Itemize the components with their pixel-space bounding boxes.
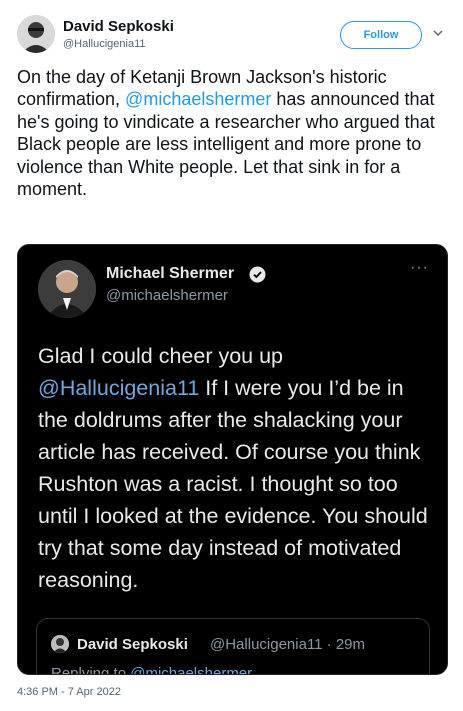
author-name[interactable]: David Sepkoski [63, 18, 174, 35]
embedded-tweet-text: Glad I could cheer you up @Hallucigenia1… [38, 340, 438, 596]
replying-to: Replying to @michaelshermer [51, 665, 253, 675]
more-options-icon: ··· [410, 259, 429, 276]
tweet-header: David Sepkoski @Hallucigenia11 Follow [17, 15, 449, 59]
verified-badge-icon [249, 266, 266, 283]
embedded-mention: @Hallucigenia11 [38, 376, 200, 400]
replying-label: Replying to [51, 665, 131, 675]
tweet-timestamp[interactable]: 4:36 PM - 7 Apr 2022 [17, 686, 121, 698]
quoted-tweet: David Sepkoski @Hallucigenia11 · 29m Rep… [36, 618, 430, 675]
quoted-author-avatar [51, 635, 69, 653]
chevron-down-icon[interactable] [431, 26, 445, 40]
replying-mention: @michaelshermer [130, 665, 253, 675]
embedded-text-part: Glad I could cheer you up [38, 344, 284, 368]
quoted-author-name: David Sepkoski [77, 636, 188, 653]
follow-button[interactable]: Follow [340, 21, 422, 49]
embedded-text-part: If I were you I’d be in the doldrums aft… [38, 376, 428, 592]
mention-link[interactable]: @michaelshermer [125, 89, 271, 109]
embedded-author-avatar [38, 260, 96, 318]
embedded-author-name: Michael Shermer [106, 265, 235, 282]
tweet-text: On the day of Ketanji Brown Jackson's hi… [17, 66, 447, 200]
author-handle[interactable]: @Hallucigenia11 [63, 38, 146, 50]
quoted-handle-time: @Hallucigenia11 · 29m [210, 636, 366, 653]
embedded-tweet-image[interactable]: Michael Shermer @michaelshermer ··· Glad… [17, 244, 448, 675]
embedded-author-handle: @michaelshermer [106, 287, 228, 304]
author-avatar[interactable] [17, 15, 55, 53]
